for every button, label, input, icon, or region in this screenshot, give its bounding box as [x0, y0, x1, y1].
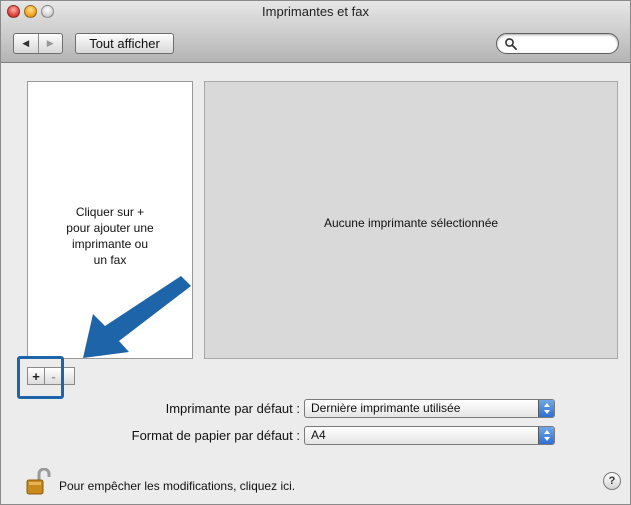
default-paper-label: Format de papier par défaut :: [131, 428, 300, 443]
search-input[interactable]: [519, 36, 614, 51]
default-paper-row: Format de papier par défaut : A4: [1, 425, 630, 447]
default-paper-popup[interactable]: A4: [304, 426, 555, 445]
preferences-window: Imprimantes et fax ◀ ▶ Tout afficher Cli…: [0, 0, 631, 505]
back-forward-control: ◀ ▶: [13, 33, 63, 54]
padlock-open-icon[interactable]: [25, 468, 55, 496]
hint-line: pour ajouter une: [66, 221, 154, 235]
back-arrow-icon: ◀: [22, 38, 30, 48]
default-printer-label: Imprimante par défaut :: [165, 401, 300, 416]
add-printer-hint: Cliquer sur + pour ajouter une imprimant…: [28, 204, 192, 268]
no-printer-message: Aucune imprimante sélectionnée: [323, 216, 499, 230]
pointer-arrow-icon: [83, 276, 191, 358]
default-printer-value: Dernière imprimante utilisée: [311, 401, 461, 415]
show-all-button[interactable]: Tout afficher: [75, 33, 174, 54]
default-printer-row: Imprimante par défaut : Dernière imprima…: [1, 398, 630, 420]
popup-updown-icon: [538, 427, 554, 444]
popup-updown-icon: [538, 400, 554, 417]
search-icon: [505, 38, 517, 50]
hint-line: imprimante ou: [71, 237, 149, 251]
window-toolbar: Imprimantes et fax ◀ ▶ Tout afficher: [1, 1, 630, 63]
printer-detail-panel: Aucune imprimante sélectionnée: [204, 81, 618, 359]
printer-options-button[interactable]: [63, 367, 75, 385]
forward-button[interactable]: ▶: [39, 34, 63, 53]
add-button-highlight: [17, 356, 64, 399]
hint-line: Cliquer sur +: [75, 205, 145, 219]
search-field[interactable]: [496, 33, 619, 54]
default-paper-value: A4: [311, 428, 326, 442]
help-button[interactable]: ?: [603, 472, 621, 490]
lock-message[interactable]: Pour empêcher les modifications, cliquez…: [59, 479, 295, 493]
window-title: Imprimantes et fax: [262, 4, 369, 19]
forward-arrow-icon: ▶: [46, 38, 54, 48]
back-button[interactable]: ◀: [14, 34, 39, 53]
default-printer-popup[interactable]: Dernière imprimante utilisée: [304, 399, 555, 418]
